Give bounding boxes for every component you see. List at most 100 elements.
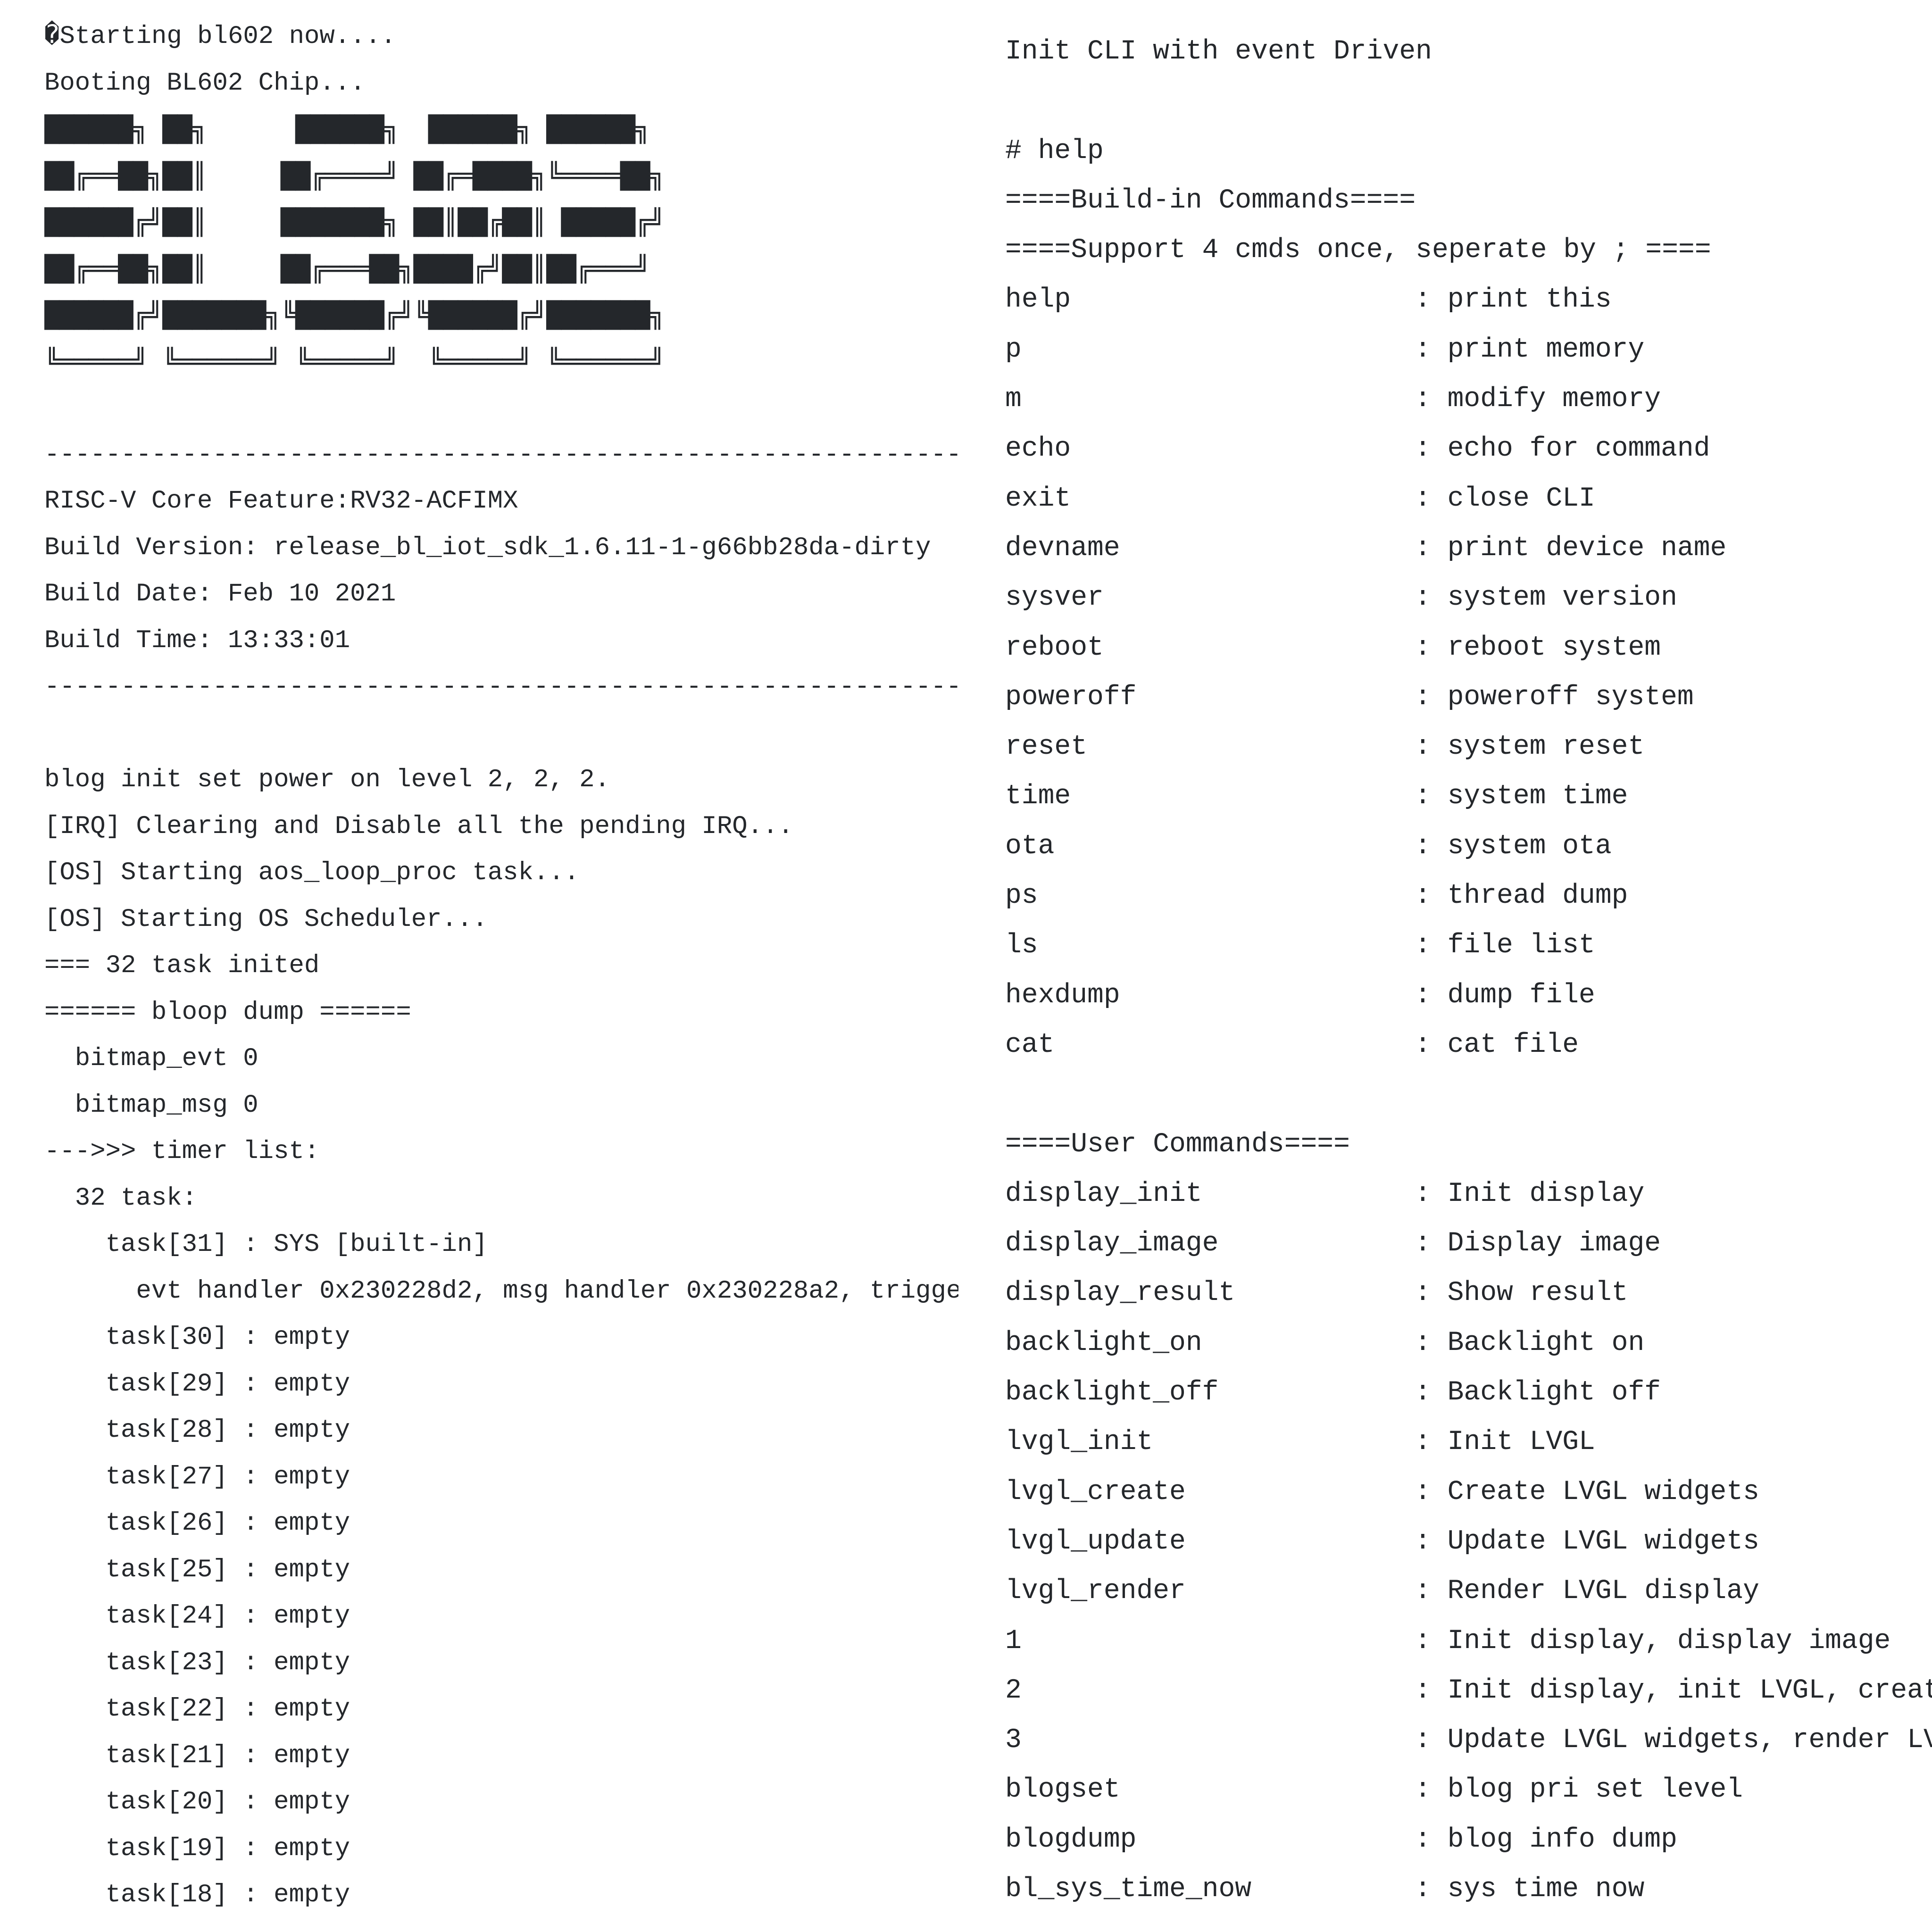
builtin-header: ====Build-in Commands==== bbox=[1005, 185, 1416, 216]
command-name: cat bbox=[1005, 1029, 1055, 1060]
log-line: === 32 task inited bbox=[44, 951, 320, 980]
command-description: : print device name bbox=[1415, 533, 1727, 564]
user-command-row: blogset: blog pri set level bbox=[1005, 1765, 1932, 1815]
command-description: : blog info dump bbox=[1415, 1824, 1677, 1855]
command-name: backlight_off bbox=[1005, 1377, 1219, 1408]
user-header: ====User Commands==== bbox=[1005, 1129, 1350, 1160]
command-name: lvgl_create bbox=[1005, 1476, 1186, 1507]
user-command-row: backlight_on: Backlight on bbox=[1005, 1318, 1932, 1368]
builtin-command-row: ps: thread dump bbox=[1005, 871, 1932, 921]
command-description: : print memory bbox=[1415, 334, 1645, 365]
command-name: backlight_on bbox=[1005, 1327, 1202, 1358]
boot-line: �Starting bl602 now.... bbox=[44, 22, 396, 51]
command-description: : system ota bbox=[1415, 831, 1612, 862]
log-line: task[19] : empty bbox=[44, 1834, 350, 1863]
command-name: lvgl_render bbox=[1005, 1576, 1186, 1607]
command-name: 2 bbox=[1005, 1675, 1022, 1706]
log-line: task[31] : SYS [built-in] bbox=[44, 1230, 488, 1259]
command-name: sysver bbox=[1005, 583, 1104, 614]
log-line: task[24] : empty bbox=[44, 1602, 350, 1631]
command-description: : print this bbox=[1415, 284, 1612, 316]
log-line: [OS] Starting OS Scheduler... bbox=[44, 905, 488, 934]
log-line: task[29] : empty bbox=[44, 1369, 350, 1399]
user-command-row: 2: Init display, init LVGL, create bbox=[1005, 1666, 1932, 1715]
log-line: blog init set power on level 2, 2, 2. bbox=[44, 766, 610, 794]
command-description: : Init LVGL bbox=[1415, 1427, 1595, 1458]
command-name: exit bbox=[1005, 483, 1071, 514]
builtin-command-row: devname: print device name bbox=[1005, 524, 1932, 573]
builtin-command-row: help: print this bbox=[1005, 275, 1932, 325]
command-description: : Display image bbox=[1415, 1228, 1661, 1259]
command-name: reset bbox=[1005, 732, 1088, 763]
command-description: : Show result bbox=[1415, 1278, 1628, 1309]
command-name: display_init bbox=[1005, 1178, 1202, 1209]
boot-line: Booting BL602 Chip... bbox=[44, 68, 366, 98]
prompt-line: # help bbox=[1005, 135, 1104, 167]
builtin-command-row: reboot: reboot system bbox=[1005, 623, 1932, 673]
user-command-row: lvgl_update : Update LVGL widgets bbox=[1005, 1517, 1932, 1566]
user-command-row: backlight_off : Backlight off bbox=[1005, 1368, 1932, 1417]
command-name: 3 bbox=[1005, 1725, 1022, 1756]
command-description: : Create LVGL widgets bbox=[1415, 1476, 1759, 1507]
builtin-command-row: poweroff: poweroff system bbox=[1005, 673, 1932, 722]
user-command-row: 3 : Update LVGL widgets, render LVGL bbox=[1005, 1715, 1932, 1765]
build-info-line: Build Time: 13:33:01 bbox=[44, 626, 350, 655]
command-name: time bbox=[1005, 781, 1071, 812]
command-description: : system version bbox=[1415, 583, 1677, 614]
command-name: echo bbox=[1005, 433, 1071, 465]
command-description: : poweroff system bbox=[1415, 682, 1694, 713]
separator-line: ----------------------------------------… bbox=[44, 673, 958, 701]
command-name: blogset bbox=[1005, 1774, 1120, 1806]
builtin-command-row: reset : system reset bbox=[1005, 722, 1932, 772]
command-description: : Update LVGL widgets, render LVGL bbox=[1415, 1725, 1932, 1756]
boot-log-panel: �Starting bl602 now.... Booting BL602 Chi… bbox=[44, 14, 958, 1932]
command-name: lvgl_update bbox=[1005, 1526, 1186, 1557]
user-command-row: lvgl_init : Init LVGL bbox=[1005, 1417, 1932, 1467]
command-description: : file list bbox=[1415, 930, 1595, 961]
command-description: : Init display, display image bbox=[1415, 1625, 1891, 1657]
builtin-command-row: ls : file list bbox=[1005, 921, 1932, 970]
command-description: : system reset bbox=[1415, 732, 1645, 763]
command-name: hexdump bbox=[1005, 980, 1120, 1011]
log-line: task[25] : empty bbox=[44, 1555, 350, 1584]
builtin-command-row: p: print memory bbox=[1005, 325, 1932, 375]
command-description: : Backlight off bbox=[1415, 1377, 1661, 1408]
command-name: ls bbox=[1005, 930, 1038, 961]
command-name: lvgl_init bbox=[1005, 1427, 1153, 1458]
bl602-ascii-logo-row: ╚═════╝ ╚══════╝ ╚═════╝ ╚═════╝ ╚══════… bbox=[44, 347, 665, 376]
user-command-row: 1: Init display, display image bbox=[1005, 1616, 1932, 1666]
log-line: task[30] : empty bbox=[44, 1323, 350, 1352]
builtin-command-row: echo: echo for command bbox=[1005, 424, 1932, 474]
log-line: ====== bloop dump ====== bbox=[44, 998, 411, 1027]
command-description: : sys time now bbox=[1415, 1874, 1645, 1905]
command-description: : cat file bbox=[1415, 1029, 1579, 1060]
command-name: m bbox=[1005, 384, 1022, 415]
builtin-command-row: cat : cat file bbox=[1005, 1020, 1932, 1070]
separator-line: ----------------------------------------… bbox=[44, 440, 958, 469]
command-description: : reboot system bbox=[1415, 632, 1661, 663]
log-line: task[22] : empty bbox=[44, 1695, 350, 1724]
builtin-command-row: hexdump: dump file bbox=[1005, 971, 1932, 1020]
log-line: bitmap_msg 0 bbox=[44, 1091, 258, 1120]
cli-help-panel: Init CLI with event Driven # help ====Buil… bbox=[1005, 27, 1932, 1932]
log-line: task[28] : empty bbox=[44, 1416, 350, 1445]
user-command-row: display_image: Display image bbox=[1005, 1219, 1932, 1268]
user-command-row: display_init: Init display bbox=[1005, 1169, 1932, 1219]
user-command-row: lvgl_render : Render LVGL display bbox=[1005, 1566, 1932, 1616]
command-description: : Update LVGL widgets bbox=[1415, 1526, 1759, 1557]
command-name: ps bbox=[1005, 881, 1038, 912]
command-description: : Render LVGL display bbox=[1415, 1576, 1759, 1607]
log-line: task[26] : empty bbox=[44, 1509, 350, 1538]
user-command-row: blogdump: blog info dump bbox=[1005, 1815, 1932, 1865]
command-description: : modify memory bbox=[1415, 384, 1661, 415]
command-name: ota bbox=[1005, 831, 1055, 862]
command-description: : close CLI bbox=[1415, 483, 1595, 514]
user-command-row: lvgl_create : Create LVGL widgets bbox=[1005, 1467, 1932, 1517]
bl602-ascii-logo-row: ██████╗ ██╗ ██████╗ ██████╗ ██████╗ bbox=[44, 115, 665, 144]
log-line: task[23] : empty bbox=[44, 1648, 350, 1677]
user-command-row: display_result: Show result bbox=[1005, 1268, 1932, 1318]
log-line: --->>> timer list: bbox=[44, 1137, 320, 1166]
